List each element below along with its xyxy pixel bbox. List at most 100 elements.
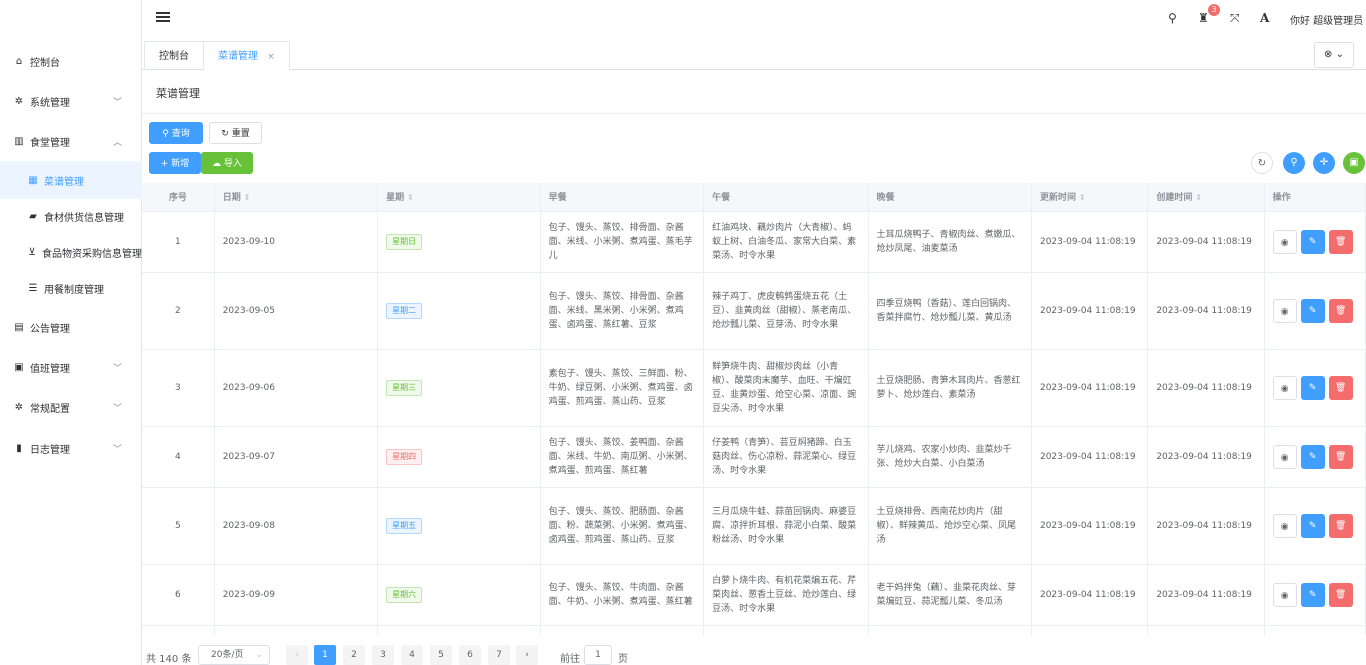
sidebar-item-menu[interactable]: ▦ 菜谱管理	[0, 161, 142, 199]
page-button[interactable]: 2	[343, 645, 365, 665]
delete-icon[interactable]: 🗑	[1328, 444, 1353, 469]
sidebar-item-label: 公告管理	[30, 323, 70, 335]
goto-label: 前往	[560, 654, 580, 665]
sidebar: ⌂ 控制台 ✲ 系统管理 ﹀ ▥ 食堂管理 ︿ ▦ 菜谱管理 ▰ 食材供货信息管…	[0, 0, 142, 665]
search-icon: ⚲	[162, 129, 172, 139]
page-button[interactable]: 3	[372, 645, 394, 665]
weekday-tag: 星期日	[386, 233, 423, 250]
view-icon[interactable]: ◉	[1272, 513, 1297, 538]
user-greeting[interactable]: 你好 超级管理员	[1290, 12, 1363, 27]
col-header-created[interactable]: 创建时间 ⇕	[1147, 183, 1265, 212]
close-icon[interactable]: ×	[267, 52, 275, 62]
query-button[interactable]: ⚲ 查询	[149, 122, 203, 144]
tab-dashboard[interactable]: 控制台	[144, 41, 204, 70]
table-header-row: 序号 日期 ⇕ 星期 ⇕ 早餐 午餐 晚餐 更新时间 ⇕ 创建时间 ⇕ 操作	[142, 183, 1366, 212]
col-header-date[interactable]: 日期 ⇕	[214, 183, 379, 212]
list-icon: ☰	[28, 282, 38, 294]
col-header-weekday[interactable]: 星期 ⇕	[377, 183, 541, 212]
page-button[interactable]: 7	[488, 645, 510, 665]
view-icon[interactable]: ◉	[1272, 444, 1297, 469]
view-icon[interactable]: ◉	[1272, 229, 1297, 254]
cart-icon: ⊻	[28, 246, 36, 258]
cell-breakfast: 包子、馒头、蒸饺、牛肉面、杂酱	[540, 625, 705, 635]
delete-icon[interactable]: 🗑	[1328, 229, 1353, 254]
font-size-icon[interactable]: A	[1260, 11, 1269, 25]
cell-date	[214, 625, 379, 635]
view-icon[interactable]: ◉	[1272, 375, 1297, 400]
refresh-table-icon[interactable]: ↻	[1251, 152, 1273, 174]
edit-icon[interactable]: ✎	[1300, 298, 1325, 323]
search-icon[interactable]: ⚲	[1168, 11, 1177, 25]
cell-updated: 2023-09-04 11:08:19	[1031, 349, 1149, 427]
cell-created: 2023-09-04 11:08:19	[1147, 349, 1265, 427]
edit-icon[interactable]: ✎	[1300, 513, 1325, 538]
export-icon[interactable]: ▣	[1343, 152, 1365, 174]
sidebar-item-config[interactable]: ✲ 常规配置 ﹀	[0, 387, 142, 427]
sort-icon[interactable]: ⇕	[407, 193, 414, 202]
page-button[interactable]: 4	[401, 645, 423, 665]
header-label: 星期	[386, 193, 405, 204]
delete-icon[interactable]: 🗑	[1328, 582, 1353, 607]
page-button[interactable]: 5	[430, 645, 452, 665]
sidebar-item-canteen[interactable]: ▥ 食堂管理 ︿	[0, 121, 142, 161]
col-header-actions: 操作	[1264, 183, 1366, 212]
sort-icon[interactable]: ⇕	[244, 193, 251, 202]
edit-icon[interactable]: ✎	[1300, 444, 1325, 469]
sort-icon[interactable]: ⇕	[1195, 193, 1202, 202]
cell-dinner: 土耳瓜烧鸭子、青椒肉丝、煮嫩瓜、炝炒凤尾、油麦菜汤	[868, 211, 1032, 273]
cell-weekday: 星期三	[377, 349, 541, 427]
sidebar-item-notice[interactable]: ▤ 公告管理	[0, 307, 142, 347]
cell-date: 2023-09-10	[214, 211, 379, 273]
page-size-select[interactable]: 20条/页 ⌄	[198, 645, 270, 665]
page-button[interactable]: 1	[314, 645, 336, 665]
delete-icon[interactable]: 🗑	[1328, 298, 1353, 323]
sidebar-item-supply[interactable]: ▰ 食材供货信息管理	[0, 197, 142, 235]
refresh-icon: ↻	[221, 129, 232, 139]
sidebar-item-duty[interactable]: ▣ 值班管理 ﹀	[0, 347, 142, 387]
columns-icon[interactable]: ✛	[1313, 152, 1335, 174]
delete-icon[interactable]: 🗑	[1328, 513, 1353, 538]
delete-icon[interactable]: 🗑	[1328, 375, 1353, 400]
col-header-updated[interactable]: 更新时间 ⇕	[1031, 183, 1149, 212]
table-row: 6 2023-09-09 星期六 包子、馒头、蒸饺、牛肉面、杂酱面、牛奶、小米粥…	[142, 564, 1366, 626]
bell-icon[interactable]: ♜	[1198, 11, 1209, 25]
page-button[interactable]: 6	[459, 645, 481, 665]
sort-icon[interactable]: ⇕	[1079, 193, 1086, 202]
prev-page-button[interactable]: ‹	[286, 645, 308, 665]
cell-lunch	[703, 625, 869, 635]
reset-button[interactable]: ↻ 重置	[209, 122, 262, 144]
pagination: 共 140 条 20条/页 ⌄ ‹ 1234567 › 前往 1 页	[142, 645, 1366, 665]
add-button[interactable]: + 新增	[149, 152, 201, 174]
cell-no: 4	[142, 426, 215, 488]
cell-created: 2023-09-04 11:08:19	[1147, 564, 1265, 626]
sidebar-item-dashboard[interactable]: ⌂ 控制台	[0, 41, 142, 81]
edit-icon[interactable]: ✎	[1300, 582, 1325, 607]
divider	[142, 113, 1366, 114]
sidebar-item-meal-rules[interactable]: ☰ 用餐制度管理	[0, 269, 142, 307]
cell-actions: ◉ ✎ 🗑	[1264, 426, 1366, 488]
cell-breakfast: 包子、馒头、蒸饺、姜鸭面、杂酱面、米线、牛奶、南瓜粥、小米粥、煮鸡蛋、煎鸡蛋、蒸…	[540, 426, 705, 488]
cell-no: 3	[142, 349, 215, 427]
goto-page-input[interactable]: 1	[584, 645, 612, 665]
calendar-icon: ▦	[28, 174, 38, 186]
hamburger-menu-icon[interactable]	[156, 10, 170, 24]
sidebar-item-purchase[interactable]: ⊻ 食品物资采购信息管理	[0, 233, 142, 271]
cell-breakfast: 包子、馒头、蒸饺、排骨面、杂酱面、米线、黑米粥、小米粥、煮鸡蛋、卤鸡蛋、蒸红薯、…	[540, 272, 705, 350]
cell-lunch: 三月瓜烧牛蛙、蒜苗回锅肉、麻婆豆腐、凉拌折耳根、蒜泥小白菜、酸菜粉丝汤、时令水果	[703, 487, 869, 565]
fullscreen-icon[interactable]: ⤧	[1230, 11, 1240, 26]
cell-created: 2023-09-04 11:08:19	[1147, 272, 1265, 350]
total-count: 共 140 条	[146, 654, 192, 665]
cell-dinner: 四季豆烧鸭（香菇）、莲白回锅肉、香菜拌腐竹、炝炒瓢儿菜、黄瓜汤	[868, 272, 1032, 350]
close-all-tabs-button[interactable]: ⊗ ⌄	[1314, 42, 1354, 68]
toggle-search-icon[interactable]: ⚲	[1283, 152, 1305, 174]
view-icon[interactable]: ◉	[1272, 298, 1297, 323]
weekday-tag: 星期三	[386, 379, 423, 396]
view-icon[interactable]: ◉	[1272, 582, 1297, 607]
tab-menu[interactable]: 菜谱管理 ×	[203, 41, 290, 71]
next-page-button[interactable]: ›	[516, 645, 538, 665]
import-button[interactable]: ☁ 导入	[201, 152, 253, 174]
sidebar-item-system[interactable]: ✲ 系统管理 ﹀	[0, 81, 142, 121]
edit-icon[interactable]: ✎	[1300, 229, 1325, 254]
edit-icon[interactable]: ✎	[1300, 375, 1325, 400]
sidebar-item-logs[interactable]: ▮ 日志管理 ﹀	[0, 428, 142, 468]
